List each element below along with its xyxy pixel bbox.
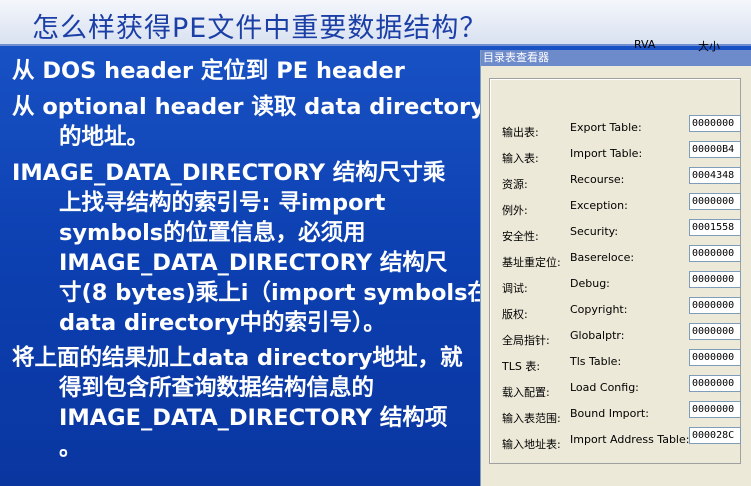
directory-value-field[interactable]: 00000B4 bbox=[689, 141, 741, 158]
directory-label-cn: 调试: bbox=[502, 282, 528, 295]
bullet-line: 上找寻结构的索引号: 寻import bbox=[59, 190, 386, 216]
directory-value-field[interactable]: 0000000 bbox=[689, 297, 741, 314]
directory-label-en: Bound Import: bbox=[570, 407, 649, 420]
directory-label-en: Export Table: bbox=[570, 121, 642, 134]
directory-value-field[interactable]: 0000000 bbox=[689, 323, 741, 340]
directory-label-en: Globalptr: bbox=[570, 329, 625, 342]
directory-label-en: Debug: bbox=[570, 277, 610, 290]
bullet-line: 将上面的结果加上data directory地址，就 bbox=[12, 345, 463, 371]
bullet-line: 的地址。 bbox=[59, 124, 150, 150]
bullet-line: 。 bbox=[59, 435, 82, 461]
bullet-line: 得到包含所查询数据结构信息的 bbox=[59, 375, 375, 401]
bullet-line: IMAGE_DATA_DIRECTORY 结构尺寸乘 bbox=[12, 160, 446, 186]
directory-value-field[interactable]: 0004348 bbox=[689, 167, 741, 184]
directory-value-field[interactable]: 000028C bbox=[689, 427, 741, 444]
directory-value-field[interactable]: 0000000 bbox=[689, 271, 741, 288]
column-header-rva: RVA bbox=[634, 38, 656, 51]
directory-label-en: Copyright: bbox=[570, 303, 628, 316]
directory-label-en: Tls Table: bbox=[570, 355, 622, 368]
bullet-line: 寸(8 bytes)乘上i（import symbols在 bbox=[59, 280, 491, 306]
bullet-line: 从 optional header 读取 data directory bbox=[12, 94, 485, 120]
directory-label-cn: 全局指针: bbox=[502, 334, 550, 347]
directory-label-cn: 版权: bbox=[502, 308, 528, 321]
directory-label-cn: TLS 表: bbox=[502, 360, 541, 373]
directory-value-field[interactable]: 0000000 bbox=[689, 245, 741, 262]
slide-body: 从 DOS header 定位到 PE header 从 optional he… bbox=[0, 46, 491, 486]
directory-label-en: Import Table: bbox=[570, 147, 643, 160]
bullet-line: symbols的位置信息，必须用 bbox=[59, 220, 366, 246]
directory-label-en: Load Config: bbox=[570, 381, 639, 394]
directory-label-cn: 例外: bbox=[502, 204, 528, 217]
directory-label-cn: 基址重定位: bbox=[502, 256, 561, 269]
bullet-paragraph-1: 从 DOS header 定位到 PE header bbox=[12, 56, 482, 86]
directory-label-cn: 输入表范围: bbox=[502, 412, 561, 425]
directory-label-en: Security: bbox=[570, 225, 619, 238]
column-header-size: 大小 bbox=[698, 40, 720, 53]
directory-value-field[interactable]: 0000000 bbox=[689, 375, 741, 392]
bullet-line: data directory中的索引号）。 bbox=[59, 310, 386, 336]
directory-value-field[interactable]: 0001558 bbox=[689, 219, 741, 236]
directory-value-field[interactable]: 0000000 bbox=[689, 115, 741, 132]
bullet-line: IMAGE_DATA_DIRECTORY 结构尺 bbox=[59, 250, 448, 276]
directory-label-cn: 输入表: bbox=[502, 152, 539, 165]
directory-label-cn: 输出表: bbox=[502, 126, 539, 139]
bullet-paragraph-3: IMAGE_DATA_DIRECTORY 结构尺寸乘 上找寻结构的索引号: 寻i… bbox=[12, 158, 491, 338]
bullet-line: 从 DOS header 定位到 PE header bbox=[12, 58, 405, 84]
directory-label-en: Import Address Table: bbox=[570, 433, 690, 446]
directory-label-en: Exception: bbox=[570, 199, 628, 212]
directory-label-en: Recourse: bbox=[570, 173, 625, 186]
directory-value-field[interactable]: 0000000 bbox=[689, 349, 741, 366]
bullet-paragraph-4: 将上面的结果加上data directory地址，就 得到包含所查询数据结构信息… bbox=[12, 343, 482, 463]
bullet-paragraph-2: 从 optional header 读取 data directory 的地址。 bbox=[12, 92, 485, 152]
directory-value-field[interactable]: 0000000 bbox=[689, 193, 741, 210]
directory-label-en: Basereloce: bbox=[570, 251, 635, 264]
directory-label-cn: 输入地址表: bbox=[502, 438, 561, 451]
directory-value-field[interactable]: 0000000 bbox=[689, 401, 741, 418]
directory-label-cn: 安全性: bbox=[502, 230, 539, 243]
directory-label-cn: 资源: bbox=[502, 178, 528, 191]
bullet-line: IMAGE_DATA_DIRECTORY 结构项 bbox=[59, 405, 448, 431]
directory-label-cn: 载入配置: bbox=[502, 386, 550, 399]
slide-title: 怎么样获得PE文件中重要数据结构？ bbox=[32, 13, 488, 44]
